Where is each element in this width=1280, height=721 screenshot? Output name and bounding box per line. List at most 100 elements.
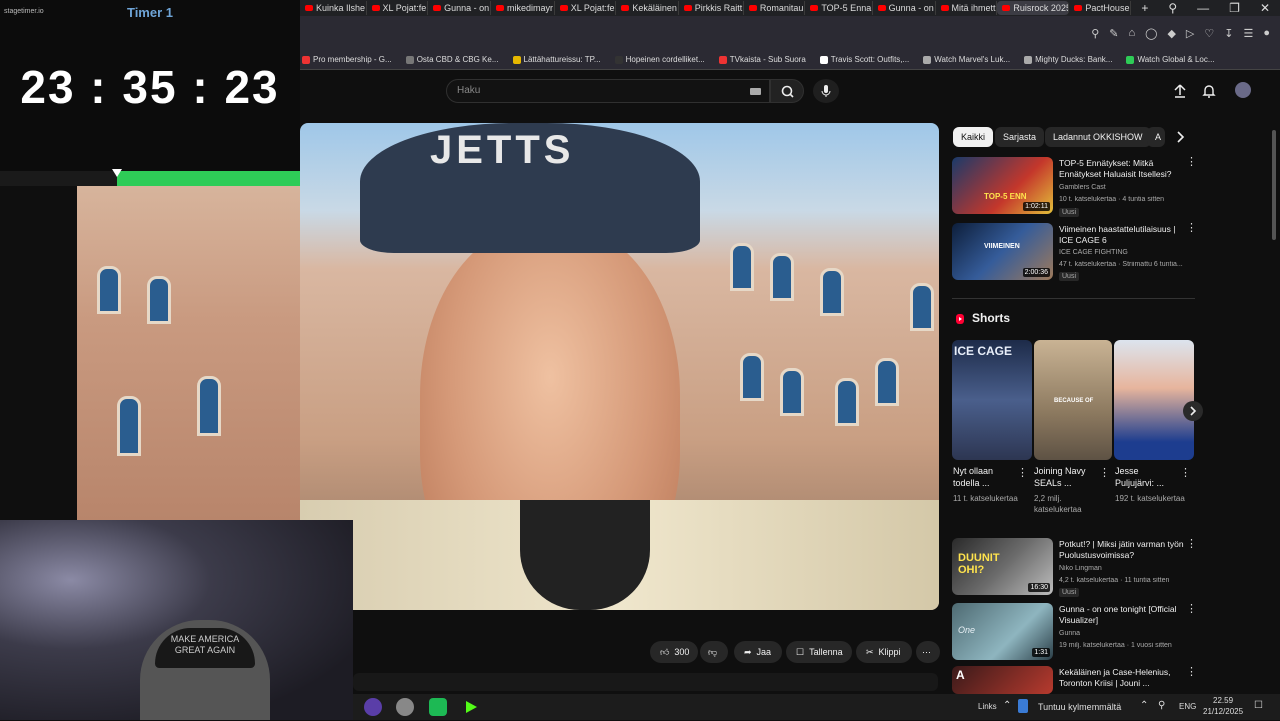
menu-icon[interactable]: ☰ [1243, 27, 1253, 40]
bookmark[interactable]: Lättähattureissu: TP... [512, 55, 601, 64]
app-icon-obs[interactable] [396, 698, 414, 716]
browser-tab-active[interactable]: Ruisrock 2025 [997, 1, 1070, 15]
video-title[interactable]: Kekäläinen ja Case-Helenius, Toronton Kr… [1059, 667, 1185, 689]
browser-tab[interactable]: XL Pojat:fe [555, 1, 617, 15]
video-thumbnail[interactable]: DUUNIT OHI? 16:30 [952, 538, 1053, 595]
browser-tab[interactable]: Gunna - on [873, 1, 936, 15]
network-icon[interactable]: ⚲ [1158, 700, 1165, 711]
minimize-icon[interactable]: — [1187, 1, 1219, 15]
zoom-icon[interactable]: ⚲ [1091, 27, 1099, 40]
avatar[interactable] [1235, 82, 1251, 98]
clock-date[interactable]: 21/12/2025 [1203, 707, 1243, 716]
video-menu-icon[interactable]: ⋮ [1186, 223, 1197, 234]
video-menu-icon[interactable]: ⋮ [1186, 667, 1197, 678]
video-menu-icon[interactable]: ⋮ [1186, 157, 1197, 168]
chevron-right-icon[interactable] [1172, 129, 1188, 145]
video-channel[interactable]: ICE CAGE FIGHTING [1059, 249, 1199, 256]
media-icon[interactable] [1018, 699, 1028, 713]
shorts-next-button[interactable] [1183, 401, 1203, 421]
bookmark[interactable]: Osta CBD & CBG Ke... [405, 55, 499, 64]
browser-tab[interactable]: Mitä ihmett [936, 1, 998, 15]
save-button[interactable]: ☐ Tallenna [786, 641, 852, 663]
keyboard-icon[interactable] [750, 88, 761, 95]
bookmark[interactable]: Mighty Ducks: Bank... [1024, 55, 1112, 64]
heart-icon[interactable]: ♡ [1204, 27, 1214, 40]
short-thumbnail[interactable] [1114, 340, 1194, 460]
profile-icon[interactable]: ● [1263, 27, 1270, 39]
clock-time[interactable]: 22.59 [1213, 696, 1233, 705]
browser-tab[interactable]: Kekäläinen [616, 1, 679, 15]
app-icon-spotify[interactable] [429, 698, 447, 716]
voice-search-button[interactable] [813, 79, 839, 103]
short-thumbnail[interactable]: ICE CAGE [952, 340, 1032, 460]
short-thumbnail[interactable]: BECAUSE OF [1034, 340, 1112, 460]
upload-icon[interactable] [1172, 83, 1188, 99]
send-icon[interactable]: ▷ [1186, 27, 1194, 40]
short-title[interactable]: Joining Navy SEALs ... [1034, 465, 1096, 489]
bookmark[interactable]: TVkaista - Sub Suora [718, 55, 806, 64]
video-thumbnail[interactable]: VIIMEINEN 2:00:36 [952, 223, 1053, 280]
chip-all[interactable]: Kaikki [953, 127, 994, 147]
like-button[interactable]: 👍︎ 300 [650, 641, 698, 663]
video-menu-icon[interactable]: ⋮ [1186, 539, 1197, 550]
video-thumbnail[interactable]: A [952, 666, 1053, 694]
browser-tab[interactable]: Kuinka Ilshe [300, 1, 367, 15]
new-tab-button[interactable]: + [1131, 1, 1158, 15]
video-menu-icon[interactable]: ⋮ [1186, 604, 1197, 615]
short-menu-icon[interactable]: ⋮ [1180, 468, 1191, 479]
now-playing[interactable]: Tuntuu kylmemmältä [1038, 702, 1121, 712]
tray-chevron-icon[interactable]: ⌃ [1140, 700, 1148, 711]
browser-tab[interactable]: Pirkkis Raitt [679, 1, 744, 15]
short-menu-icon[interactable]: ⋮ [1099, 468, 1110, 479]
shield-icon[interactable]: ◯ [1145, 27, 1157, 40]
browser-tab[interactable]: PactHouse [1069, 1, 1132, 15]
video-thumbnail[interactable]: One 1:31 [952, 603, 1053, 660]
share-button[interactable]: ➦ Jaa [734, 641, 782, 663]
bookmark[interactable]: Pro membership - G... [302, 55, 392, 64]
notifications-icon[interactable] [1201, 83, 1217, 99]
short-title[interactable]: Nyt ollaan todella ... [953, 465, 1015, 489]
taskbar-links[interactable]: Links [978, 702, 997, 711]
browser-tab[interactable]: XL Pojat:fe [367, 1, 429, 15]
video-title[interactable]: Viimeinen haastattelutilaisuus | ICE CAG… [1059, 224, 1185, 246]
close-window-icon[interactable]: ✕ [1250, 1, 1280, 15]
clip-button[interactable]: ✂ Klippi [856, 641, 912, 663]
app-icon-kick[interactable] [462, 698, 480, 716]
video-channel[interactable]: Niko Lingman [1059, 565, 1199, 572]
browser-tab[interactable]: TOP-5 Enna [805, 1, 873, 15]
description-box[interactable] [353, 673, 938, 691]
short-menu-icon[interactable]: ⋮ [1017, 468, 1028, 479]
bookmark[interactable]: Watch Global & Loc... [1126, 55, 1215, 64]
browser-tab[interactable]: mikedimayr [491, 1, 555, 15]
language-indicator[interactable]: ENG [1179, 702, 1196, 711]
sidebar-scrollbar[interactable] [1272, 130, 1276, 240]
video-title[interactable]: Gunna - on one tonight [Official Visuali… [1059, 604, 1185, 626]
bookmark[interactable]: Hopeinen cordelliket... [614, 55, 705, 64]
edit-icon[interactable]: ✎ [1109, 27, 1118, 40]
chip-more[interactable]: A [1147, 127, 1165, 147]
search-tabs-icon[interactable]: ⚲ [1158, 1, 1187, 15]
bookmark[interactable]: Travis Scott: Outfits,... [819, 55, 909, 64]
download-icon[interactable]: ↧ [1224, 27, 1233, 40]
more-actions-button[interactable]: ⋯ [916, 641, 940, 663]
app-icon-discord[interactable] [364, 698, 382, 716]
video-title[interactable]: Potkut!? | Miksi jätin varman työn Puolu… [1059, 539, 1185, 561]
video-channel[interactable]: Gamblers Cast [1059, 184, 1199, 191]
dislike-button[interactable]: 👎︎ [700, 641, 728, 663]
chip-series[interactable]: Sarjasta [995, 127, 1045, 147]
browser-tab[interactable]: Romanitau [744, 1, 806, 15]
extensions-icon[interactable]: ◆ [1167, 27, 1175, 40]
chip-uploader[interactable]: Ladannut OKKISHOW [1045, 127, 1151, 147]
bookmark[interactable]: Watch Marvel's Luk... [923, 55, 1010, 64]
chevron-up-icon[interactable]: ⌃ [1003, 700, 1011, 711]
video-channel[interactable]: Gunna [1059, 630, 1199, 637]
search-input[interactable]: Haku [446, 79, 770, 103]
notification-center-icon[interactable]: ☐ [1254, 700, 1263, 711]
search-button[interactable] [770, 79, 804, 103]
browser-tab[interactable]: Gunna - on [428, 1, 491, 15]
home-icon[interactable]: ⌂ [1128, 27, 1135, 39]
restore-icon[interactable]: ❐ [1219, 1, 1250, 15]
short-title[interactable]: Jesse Puljujärvi: ... [1115, 465, 1177, 489]
video-title[interactable]: TOP-5 Ennätykset: Mitkä Ennätykset Halua… [1059, 158, 1185, 180]
video-thumbnail[interactable]: TOP-5 ENN 1:02:11 [952, 157, 1053, 214]
